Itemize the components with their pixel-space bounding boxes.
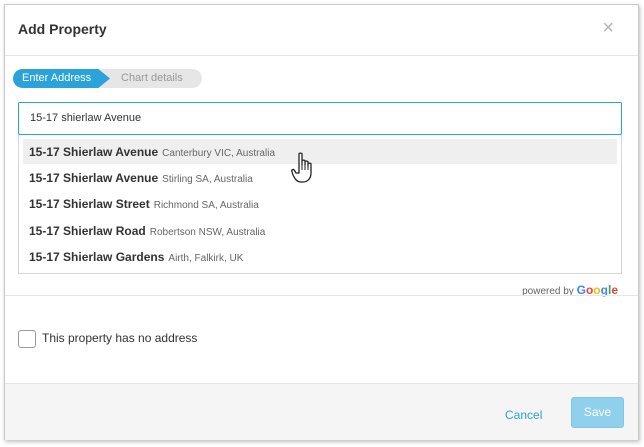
suggestion-item[interactable]: 15-17 Shierlaw Avenue Canterbury VIC, Aus… [23,139,617,164]
suggestion-secondary-text: Airth, Falkirk, UK [168,253,244,264]
suggestion-item[interactable]: 15-17 Shierlaw Gardens Airth, Falkirk, UK [23,244,617,269]
close-icon[interactable]: × [602,18,614,38]
suggestion-secondary-text: Stirling SA, Australia [162,174,253,185]
step-chart-details[interactable]: Chart details [99,69,202,88]
address-search-field[interactable] [18,102,622,135]
save-button[interactable]: Save [571,397,624,428]
dialog-title: Add Property [18,21,107,37]
suggestion-secondary-text: Richmond SA, Australia [153,200,259,211]
no-address-label[interactable]: This property has no address [42,331,197,345]
suggestion-item[interactable]: 15-17 Shierlaw Avenue Stirling SA, Austra… [23,165,617,190]
address-suggestions-dropdown: 15-17 Shierlaw Avenue Canterbury VIC, Aus… [18,135,622,274]
suggestion-main-text: 15-17 Shierlaw Road [29,224,146,238]
add-property-dialog: Add Property × Enter Address Chart detai… [4,4,639,440]
suggestion-secondary-text: Robertson NSW, Australia [149,227,266,238]
address-search-input[interactable] [30,103,610,133]
suggestion-secondary-text: Canterbury VIC, Australia [162,148,275,159]
hand-pointer-cursor-icon [291,152,312,183]
suggestion-item[interactable]: 15-17 Shierlaw Street Richmond SA, Austra… [23,191,617,216]
suggestion-item[interactable]: 15-17 Shierlaw Road Robertson NSW, Austra… [23,218,617,243]
dialog-header: Add Property × [5,5,638,56]
suggestion-main-text: 15-17 Shierlaw Avenue [29,171,159,185]
cancel-button[interactable]: Cancel [505,408,542,422]
step-enter-address[interactable]: Enter Address [13,69,110,88]
suggestion-main-text: 15-17 Shierlaw Street [29,197,150,211]
dialog-footer: Cancel Save [5,383,638,440]
no-address-checkbox[interactable] [18,330,36,348]
suggestion-main-text: 15-17 Shierlaw Gardens [29,250,165,264]
section-divider [5,295,638,296]
suggestion-main-text: 15-17 Shierlaw Avenue [29,145,159,159]
